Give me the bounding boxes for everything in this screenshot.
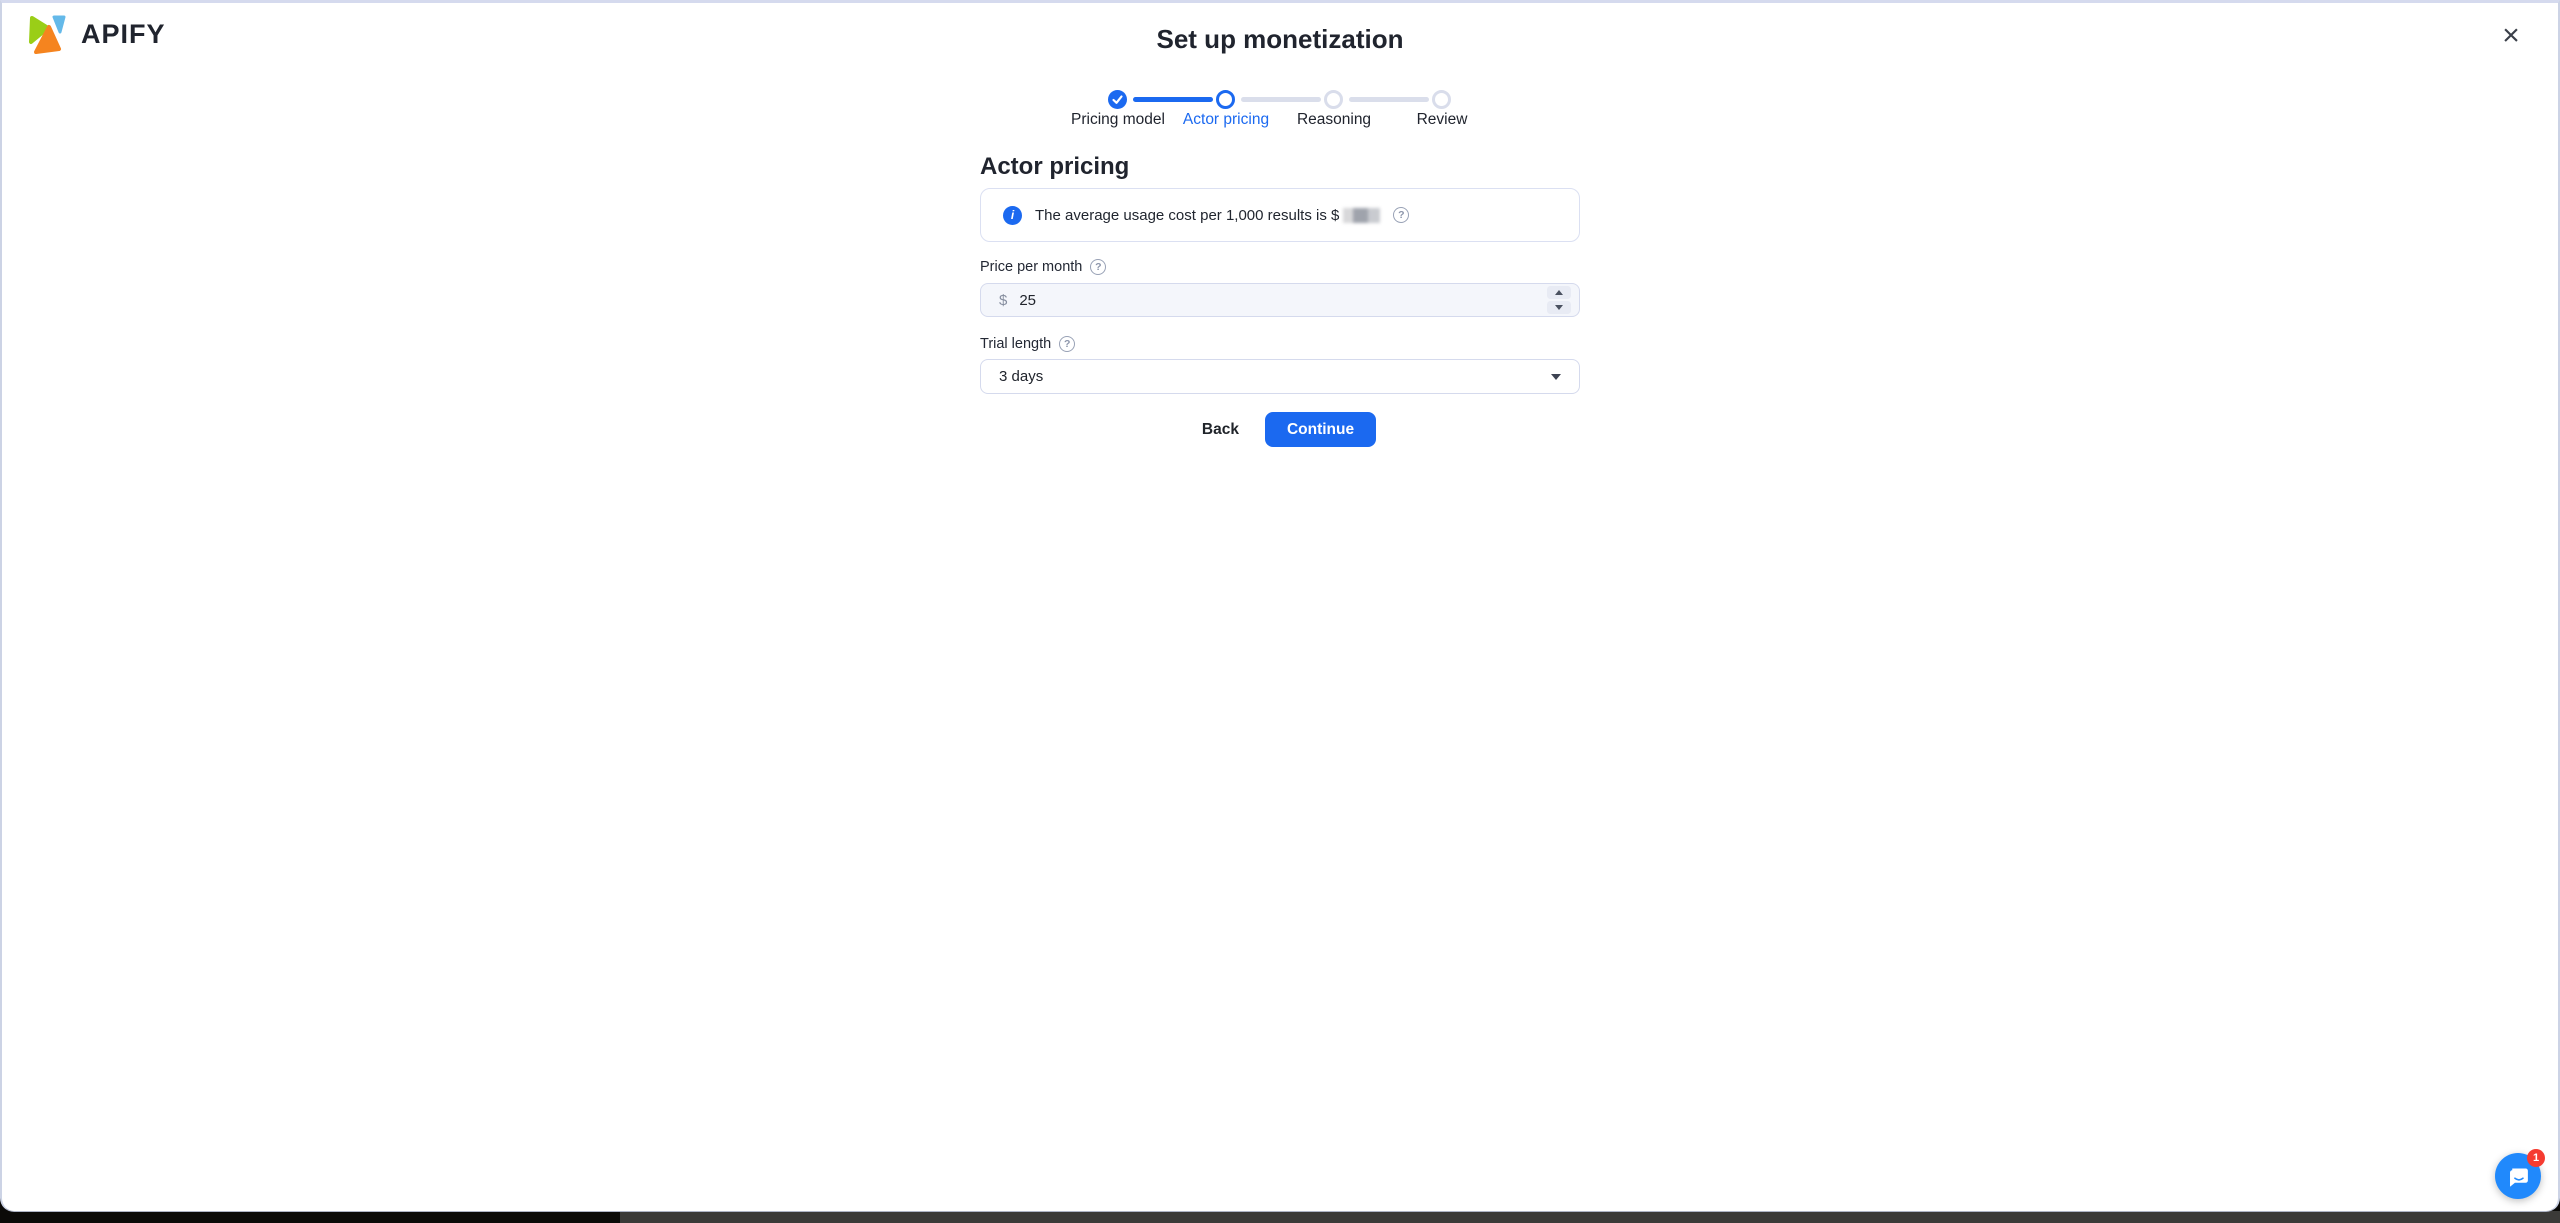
currency-symbol: $ [999,291,1008,309]
average-cost-help-icon[interactable]: ? [1393,207,1410,223]
chevron-down-icon [1551,373,1561,380]
close-button[interactable]: × [2492,17,2530,55]
wizard-buttons: Back Continue [980,412,1580,447]
monetization-modal: APIFY Set up monetization × Pricing mode… [0,0,2560,1212]
trial-length-selected-value: 3 days [999,368,1044,385]
chat-bubble-icon [2509,1167,2528,1187]
info-icon: i [1003,205,1022,225]
continue-button[interactable]: Continue [1264,412,1377,447]
desktop-background-strip [0,1211,2560,1223]
arrow-up-icon [1555,290,1563,295]
price-per-month-label: Price per month ? [980,259,1107,275]
close-icon: × [2502,19,2520,52]
decrement-button[interactable] [1547,301,1571,314]
increment-button[interactable] [1547,286,1571,299]
chat-launcher-button[interactable]: 1 [2495,1149,2545,1199]
back-button[interactable]: Back [1192,421,1249,439]
chat-unread-badge: 1 [2527,1149,2545,1167]
arrow-down-icon [1555,305,1563,310]
average-cost-text: The average usage cost per 1,000 results… [1035,207,1381,224]
trial-help-icon[interactable]: ? [1059,336,1076,352]
average-cost-info-banner: i The average usage cost per 1,000 resul… [980,188,1580,242]
desktop-background-strip-right [620,1211,2560,1223]
price-input-container: $ [980,283,1580,317]
price-help-icon[interactable]: ? [1090,259,1107,275]
redacted-value [1343,208,1381,224]
trial-length-label: Trial length ? [980,336,1076,352]
form-heading: Actor pricing [980,153,1130,180]
price-stepper [1547,286,1571,314]
price-input[interactable] [1019,291,1547,309]
form-content: Actor pricing i The average usage cost p… [980,3,1580,1211]
trial-length-select[interactable]: 3 days [980,359,1580,394]
